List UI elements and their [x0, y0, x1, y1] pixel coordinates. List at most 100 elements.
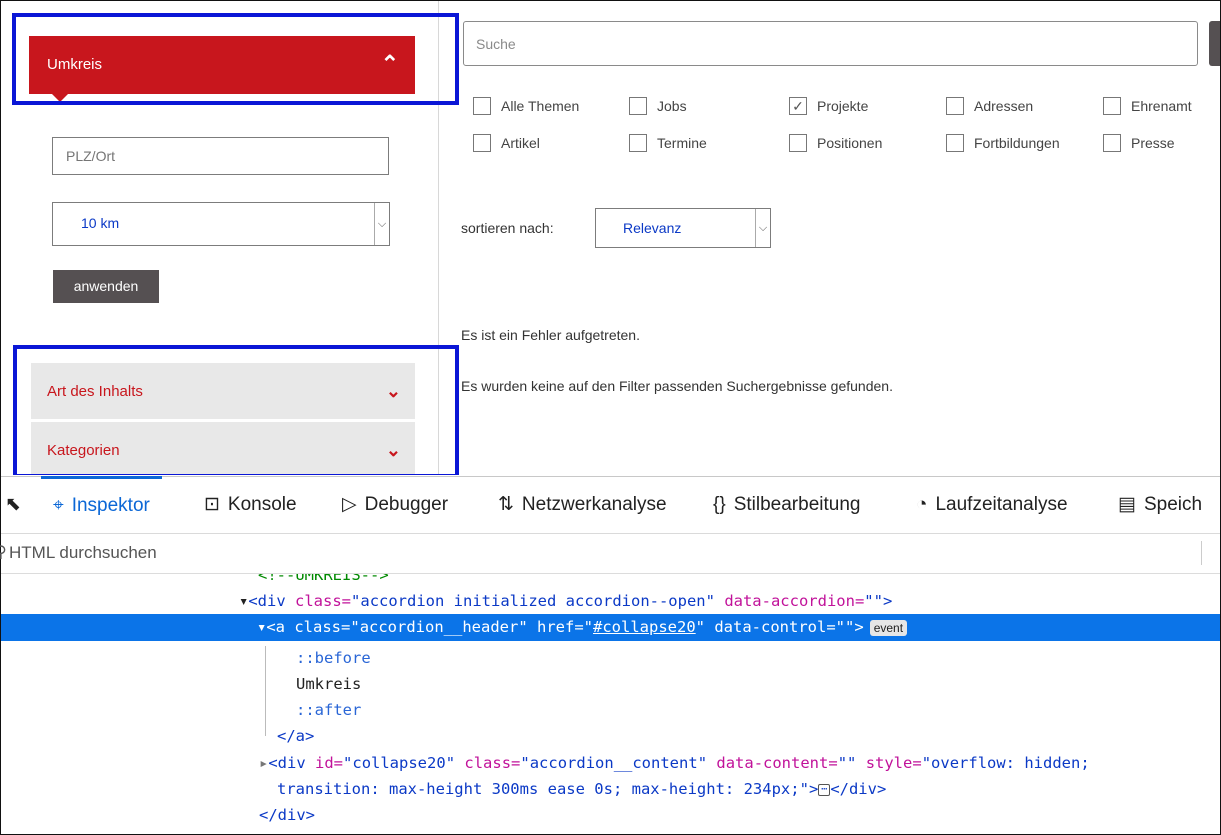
attr-name: id= [315, 754, 344, 772]
tag-close: > [808, 780, 819, 798]
tag-open: <div [268, 754, 316, 772]
tree-node-a[interactable]: ▾<a class="accordion__header" href="#col… [257, 614, 908, 640]
search-button[interactable] [1209, 21, 1220, 66]
pseudo-before[interactable]: ::before [296, 645, 371, 671]
html-search-bar[interactable]: ⚲ HTML durchsuchen [0, 533, 1220, 574]
console-icon: ⊡ [204, 494, 220, 515]
debugger-icon: ▷ [342, 494, 357, 515]
tab-inspektor[interactable]: ⌖ Inspektor [41, 476, 162, 533]
tab-label: Konsole [227, 494, 297, 515]
attr-name: class= [455, 754, 521, 772]
attr-value: "collapse20" [343, 754, 456, 772]
annotation-box-umkreis [12, 13, 459, 105]
pseudo-after[interactable]: ::after [296, 697, 361, 723]
attr-name: data-accordion= [714, 592, 865, 610]
filter-label: Presse [1131, 135, 1175, 151]
div-close-tag[interactable]: </div> [259, 802, 315, 828]
checkbox-box[interactable] [789, 134, 807, 152]
tab-debugger[interactable]: ▷ Debugger [342, 477, 448, 533]
html-search-input[interactable]: HTML durchsuchen [9, 543, 157, 563]
no-results-message: Es wurden keine auf den Filter passenden… [461, 378, 893, 394]
filter-label: Alle Themen [501, 98, 580, 114]
indent-guide [265, 646, 266, 736]
tab-label: Speich [1143, 494, 1203, 515]
style-editor-icon: {} [713, 494, 726, 515]
a-close-tag[interactable]: </a> [277, 723, 314, 749]
tab-netzwerkanalyse[interactable]: ⇅ Netzwerkanalyse [498, 477, 667, 533]
chevron-down-icon: ⌵ [374, 203, 389, 245]
expand-triangle-icon[interactable]: ▾ [239, 592, 248, 610]
tab-stilbearbeitung[interactable]: {} Stilbearbeitung [713, 477, 860, 533]
tab-label: Debugger [364, 494, 449, 515]
plz-ort-input[interactable] [52, 137, 389, 175]
attr-name: href= [527, 618, 584, 636]
sort-select[interactable]: Relevanz ⌵ [595, 208, 771, 248]
checkbox-box[interactable] [473, 134, 491, 152]
performance-icon: ◔ [916, 494, 928, 515]
id-value: collapse20 [352, 754, 446, 772]
web-page: Umkreis ⌃ 10 km ⌵ anwenden Art des Inhal… [1, 1, 1220, 475]
tag-open: <a [266, 618, 295, 636]
attr-name: data-control= [705, 618, 836, 636]
attr-value: "accordion__content" [520, 754, 708, 772]
search-input[interactable]: Suche [463, 21, 1198, 66]
checkbox-box[interactable] [1103, 97, 1121, 115]
event-badge[interactable]: event [869, 619, 908, 636]
filter-label: Artikel [501, 135, 540, 151]
attr-value: "#collapse20" [583, 618, 706, 636]
attr-name: class= [295, 592, 352, 610]
tab-laufzeitanalyse[interactable]: ◔ Laufzeitanalyse [916, 477, 1068, 533]
checkbox-box[interactable] [629, 134, 647, 152]
comment-node: <!--UMKREIS--> [258, 574, 389, 584]
separator [1201, 541, 1202, 565]
div-close-inline: </div> [830, 780, 887, 798]
attr-name: class= [294, 618, 351, 636]
markup-tree: <!--UMKREIS--> ▾<div class="accordion in… [1, 574, 1220, 832]
checkbox-box[interactable] [946, 134, 964, 152]
checkmark-icon[interactable]: ✓ [789, 97, 807, 115]
class-value: accordion__content [529, 754, 698, 772]
href-link[interactable]: #collapse20 [593, 618, 696, 636]
text-node[interactable]: Umkreis [296, 671, 361, 697]
memory-icon: ▤ [1118, 494, 1136, 515]
tag-open: <div [248, 592, 296, 610]
inspector-icon: ⌖ [53, 495, 64, 516]
radius-value: 10 km [81, 215, 120, 231]
ellipsis-icon[interactable]: ⋯ [818, 783, 831, 796]
tab-label: Laufzeitanalyse [935, 494, 1068, 515]
pick-element-icon[interactable]: ⬉ [5, 477, 21, 533]
search-icon: ⚲ [0, 544, 7, 561]
attr-value: "overflow: hidden; [921, 754, 1090, 772]
attr-value: "" [837, 754, 857, 772]
filter-label: Positionen [817, 135, 883, 151]
tab-label: Inspektor [71, 495, 150, 516]
tag-close: > [854, 618, 864, 636]
tree-node-content-div[interactable]: ▸<div id="collapse20" class="accordion__… [259, 750, 1090, 776]
annotation-box-accordions [13, 345, 459, 475]
filter-label: Projekte [817, 98, 869, 114]
filter-label: Termine [657, 135, 707, 151]
attr-value: "accordion__header" [350, 618, 528, 636]
tab-konsole[interactable]: ⊡ Konsole [204, 477, 297, 533]
style-value: overflow: hidden; [931, 754, 1090, 772]
chevron-down-icon: ⌵ [755, 209, 770, 247]
attr-value: "accordion initialized accordion--open" [351, 592, 715, 610]
checkbox-box[interactable] [1103, 134, 1121, 152]
sort-value: Relevanz [623, 220, 682, 236]
collapse-triangle-icon[interactable]: ▸ [259, 754, 268, 772]
attr-name: data-content= [707, 754, 838, 772]
checkbox-box[interactable] [629, 97, 647, 115]
checkbox-box[interactable] [473, 97, 491, 115]
checkbox-box[interactable] [946, 97, 964, 115]
apply-button[interactable]: anwenden [53, 270, 159, 303]
style-continuation: transition: max-height 300ms ease 0s; ma… [277, 780, 887, 798]
expand-triangle-icon[interactable]: ▾ [257, 618, 266, 636]
tab-speicher[interactable]: ▤ Speich [1118, 477, 1202, 533]
selected-row[interactable]: ▾<a class="accordion__header" href="#col… [1, 614, 1220, 641]
tag-close: > [882, 592, 893, 610]
radius-select[interactable]: 10 km ⌵ [52, 202, 390, 246]
tree-node-div[interactable]: ▾<div class="accordion initialized accor… [239, 588, 892, 614]
devtools-toolbar: ⬉ ⌖ Inspektor ⊡ Konsole ▷ Debugger ⇅ Netzwer… [1, 476, 1220, 534]
network-icon: ⇅ [498, 494, 514, 515]
class-value: accordion initialized accordion--open [360, 592, 706, 610]
